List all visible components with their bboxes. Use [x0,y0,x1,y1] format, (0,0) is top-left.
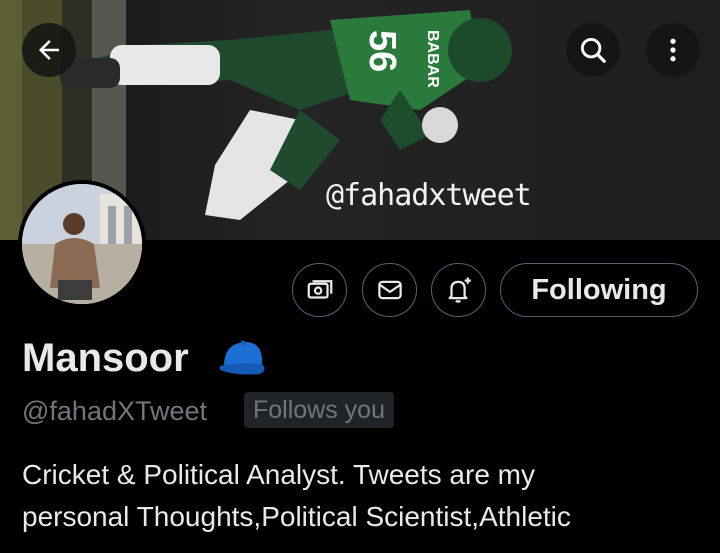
envelope-icon [377,280,402,300]
notifications-button[interactable] [431,263,486,317]
profile-name: Mansoor [22,336,189,380]
search-button[interactable] [566,23,620,77]
arrow-left-icon [39,40,59,60]
following-button[interactable]: Following [500,263,698,317]
bell-plus-icon [448,277,471,303]
more-vertical-icon [670,38,676,62]
blue-cap-icon [220,340,265,375]
banner-handle-text: @fahadxtweet [326,178,532,213]
profile-bio: Cricket & Political Analyst. Tweets are … [22,454,702,538]
follows-you-badge: Follows you [244,392,394,428]
message-button[interactable] [362,263,417,317]
money-icon [307,280,332,299]
bio-line: personal Thoughts,Political Scientist,At… [22,501,571,532]
jersey-number-text: 56 [361,30,403,72]
profile-username: @fahadXTweet [22,396,208,426]
more-button[interactable] [646,23,700,77]
subscribe-button[interactable] [292,263,347,317]
back-button[interactable] [22,23,76,77]
avatar[interactable] [18,180,146,308]
bio-line: Cricket & Political Analyst. Tweets are … [22,459,535,490]
avatar-photo [22,184,142,304]
search-icon [580,37,606,63]
jersey-name-text: BABAR [424,30,441,88]
